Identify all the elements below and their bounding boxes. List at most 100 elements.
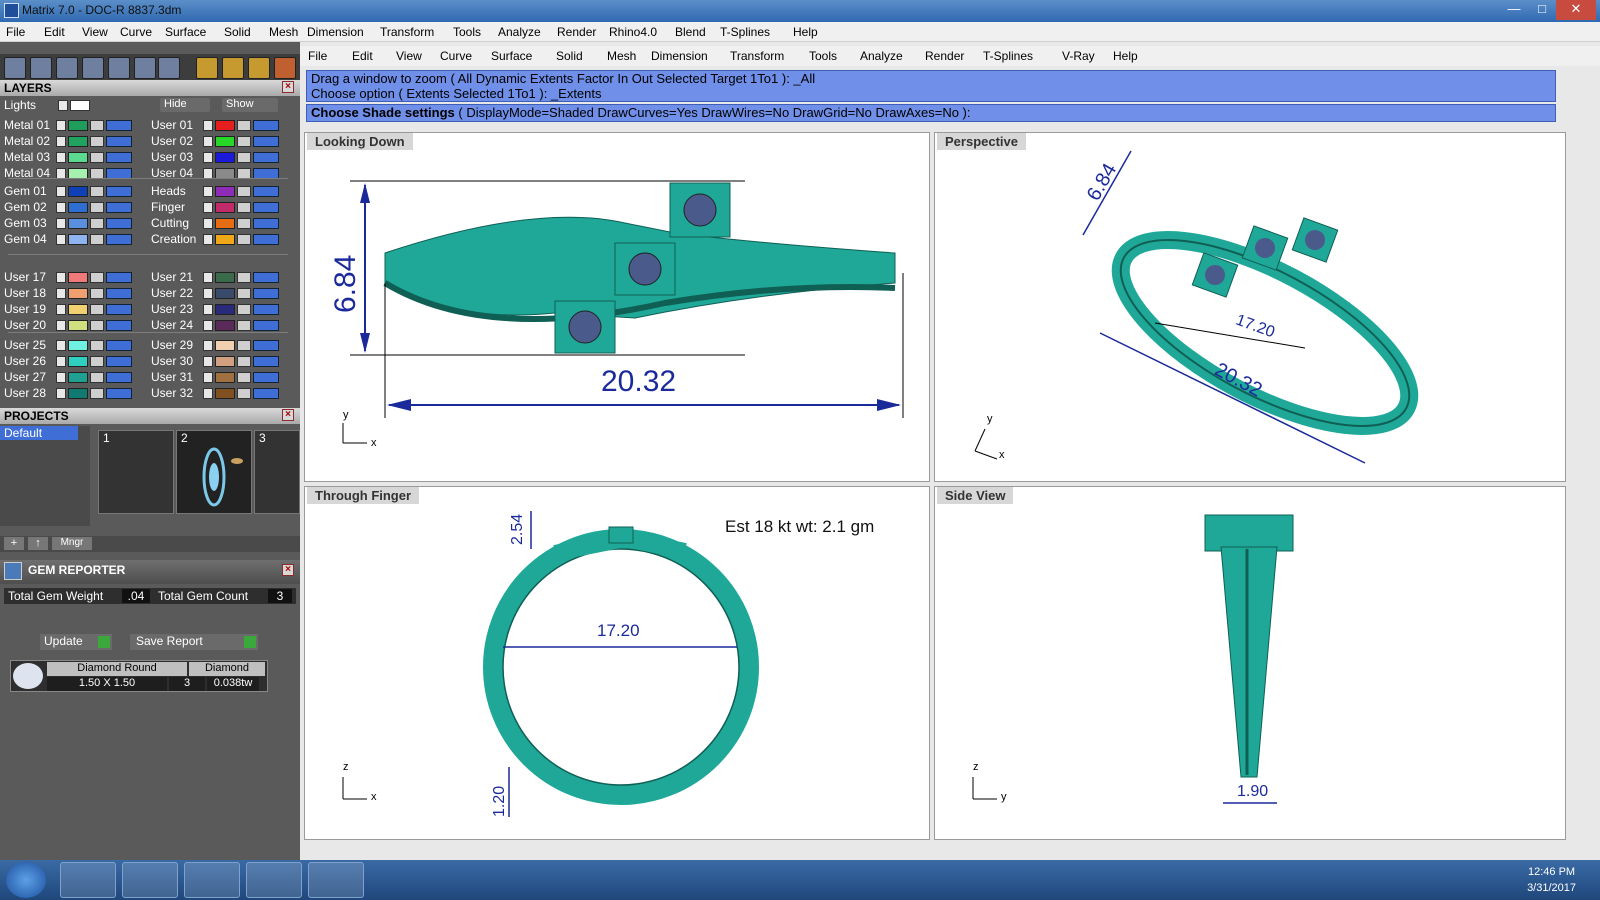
project-list[interactable]: Default	[0, 426, 90, 526]
viewport-through-finger[interactable]: Through Finger 17.20 2.54 1.20 Est 18 kt…	[304, 486, 930, 840]
layer-visibility-toggle[interactable]	[106, 234, 132, 245]
lock-icon[interactable]	[90, 202, 104, 213]
layer-row[interactable]: Gem 02	[0, 200, 146, 215]
light-tool-icon[interactable]	[196, 57, 218, 79]
layer-visibility-toggle[interactable]	[253, 320, 279, 331]
layer-color-swatch[interactable]	[215, 120, 235, 131]
layer-color-swatch[interactable]	[215, 202, 235, 213]
layer-arrow[interactable]	[56, 202, 66, 213]
layers-tool-icon[interactable]	[56, 57, 78, 79]
lock-icon[interactable]	[90, 272, 104, 283]
layer-row[interactable]: Gem 03	[0, 216, 146, 231]
lock-icon[interactable]	[90, 218, 104, 229]
lock-icon[interactable]	[237, 340, 251, 351]
lock-icon[interactable]	[90, 372, 104, 383]
layer-color-swatch[interactable]	[215, 186, 235, 197]
layer-color-swatch[interactable]	[68, 234, 88, 245]
layer-row[interactable]: Metal 01	[0, 118, 146, 133]
layer-color-swatch[interactable]	[68, 320, 88, 331]
viewport-looking-down[interactable]: Looking Down 6.84 20.32 y x	[304, 132, 930, 482]
layer-arrow[interactable]	[56, 120, 66, 131]
start-button[interactable]	[6, 862, 46, 898]
layer-visibility-toggle[interactable]	[253, 288, 279, 299]
layer-arrow[interactable]	[56, 272, 66, 283]
layer-color-swatch[interactable]	[68, 120, 88, 131]
explorer-taskbar-icon[interactable]	[60, 862, 116, 898]
layer-visibility-toggle[interactable]	[253, 136, 279, 147]
project-slot-3[interactable]: 3	[254, 430, 300, 514]
project-slot-2[interactable]: 2	[176, 430, 252, 514]
maximize-button[interactable]: □	[1528, 0, 1556, 20]
layer-visibility-toggle[interactable]	[106, 136, 132, 147]
lock-icon[interactable]	[90, 120, 104, 131]
layer-color-swatch[interactable]	[68, 356, 88, 367]
gem-row[interactable]: Diamond Round Diamond 1.50 X 1.50 3 0.03…	[10, 660, 268, 692]
layer-color-swatch[interactable]	[68, 136, 88, 147]
menu-mesh[interactable]: Mesh	[269, 25, 298, 39]
layer-arrow[interactable]	[203, 372, 213, 383]
up-project-button[interactable]: ↑	[28, 537, 48, 550]
layer-arrow[interactable]	[203, 272, 213, 283]
menu-edit[interactable]: Edit	[44, 25, 65, 39]
layer-arrow[interactable]	[203, 304, 213, 315]
layer-visibility-toggle[interactable]	[253, 304, 279, 315]
lock-icon[interactable]	[90, 234, 104, 245]
layer-visibility-toggle[interactable]	[253, 234, 279, 245]
rhino-menu-transform[interactable]: Transform	[730, 49, 784, 63]
layer-row[interactable]: Heads	[147, 184, 293, 199]
layer-arrow[interactable]	[56, 218, 66, 229]
hide-toggle[interactable]: Hide	[160, 98, 210, 112]
rhino-menu-dimension[interactable]: Dimension	[651, 49, 708, 63]
layer-visibility-toggle[interactable]	[106, 288, 132, 299]
layer-row[interactable]: User 03	[147, 150, 293, 165]
layer-arrow[interactable]	[203, 340, 213, 351]
lock-icon[interactable]	[237, 136, 251, 147]
lights-arrow[interactable]	[58, 100, 68, 111]
minimize-button[interactable]: —	[1500, 0, 1528, 20]
layer-row[interactable]: User 26	[0, 354, 146, 369]
layer-arrow[interactable]	[56, 320, 66, 331]
rhino-menu-v-ray[interactable]: V-Ray	[1062, 49, 1095, 63]
layer-color-swatch[interactable]	[68, 288, 88, 299]
layer-arrow[interactable]	[203, 202, 213, 213]
lock-icon[interactable]	[237, 372, 251, 383]
close-icon[interactable]: ×	[282, 564, 294, 576]
layer-row[interactable]: User 17	[0, 270, 146, 285]
layer-visibility-toggle[interactable]	[106, 272, 132, 283]
layer-color-swatch[interactable]	[215, 272, 235, 283]
layer-color-swatch[interactable]	[215, 356, 235, 367]
command-prompt[interactable]: Choose Shade settings ( DisplayMode=Shad…	[306, 104, 1556, 122]
layer-color-swatch[interactable]	[68, 272, 88, 283]
chrome-taskbar-icon[interactable]	[122, 862, 178, 898]
layer-color-swatch[interactable]	[68, 218, 88, 229]
lock-icon[interactable]	[237, 304, 251, 315]
layer-color-swatch[interactable]	[68, 186, 88, 197]
layer-visibility-toggle[interactable]	[106, 120, 132, 131]
layer-row[interactable]: User 19	[0, 302, 146, 317]
menu-analyze[interactable]: Analyze	[498, 25, 541, 39]
rhino-menu-edit[interactable]: Edit	[352, 49, 373, 63]
layer-color-swatch[interactable]	[215, 136, 235, 147]
project-default[interactable]: Default	[0, 426, 78, 440]
menu-tools[interactable]: Tools	[453, 25, 481, 39]
layer-color-swatch[interactable]	[68, 340, 88, 351]
menu-view[interactable]: View	[82, 25, 108, 39]
rhino-menu-view[interactable]: View	[396, 49, 422, 63]
paint-taskbar-icon[interactable]	[308, 862, 364, 898]
matrix-taskbar-icon[interactable]	[184, 862, 240, 898]
layer-row[interactable]: Creation	[147, 232, 293, 247]
layer-arrow[interactable]	[203, 218, 213, 229]
layer-arrow[interactable]	[56, 186, 66, 197]
rhino-menu-curve[interactable]: Curve	[440, 49, 472, 63]
layer-color-swatch[interactable]	[215, 288, 235, 299]
close-icon[interactable]: ×	[282, 81, 294, 93]
lock-icon[interactable]	[237, 320, 251, 331]
lock-icon[interactable]	[90, 288, 104, 299]
gem-tool-icon[interactable]	[158, 57, 180, 79]
layer-row[interactable]: User 23	[147, 302, 293, 317]
menu-rhino4-0[interactable]: Rhino4.0	[609, 25, 657, 39]
layer-arrow[interactable]	[203, 136, 213, 147]
lock-icon[interactable]	[237, 186, 251, 197]
add-project-button[interactable]: +	[4, 537, 24, 550]
layer-arrow[interactable]	[203, 152, 213, 163]
